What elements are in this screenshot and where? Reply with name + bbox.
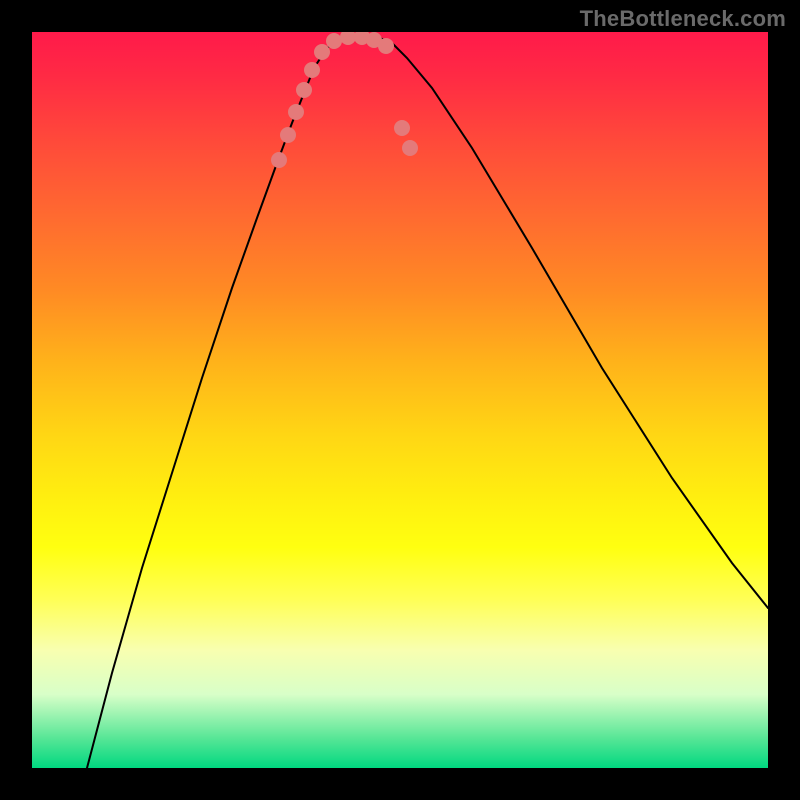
highlight-dot [378,38,394,54]
highlight-dot [314,44,330,60]
bottleneck-curve [87,36,768,768]
highlight-dot [280,127,296,143]
highlight-dot [304,62,320,78]
valley-highlight-dots [271,32,418,168]
chart-frame: TheBottleneck.com [0,0,800,800]
highlight-dot [394,120,410,136]
watermark-text: TheBottleneck.com [580,6,786,32]
highlight-dot [288,104,304,120]
highlight-dot [296,82,312,98]
highlight-dot [340,32,356,45]
gradient-plot-area [32,32,768,768]
highlight-dot [271,152,287,168]
curve-svg [32,32,768,768]
highlight-dot [402,140,418,156]
highlight-dot [326,33,342,49]
